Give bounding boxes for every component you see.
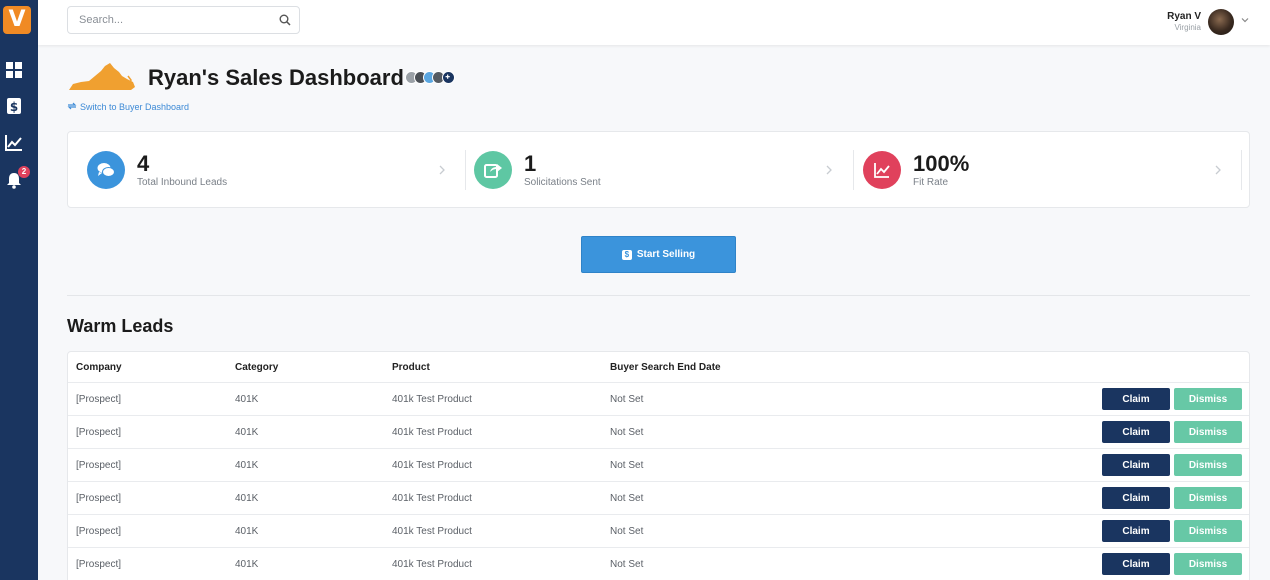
claim-button[interactable]: Claim — [1102, 388, 1170, 410]
add-member-icon[interactable] — [442, 71, 455, 84]
table-row: [Prospect] 401K 401k Test Product Not Se… — [68, 547, 1249, 580]
stat-solicitations[interactable]: 1 Solicitations Sent — [455, 132, 842, 209]
warm-leads-table: Company Category Product Buyer Search En… — [67, 351, 1250, 580]
share-icon — [474, 151, 512, 189]
category-cell: 401K — [235, 526, 259, 537]
category-cell: 401K — [235, 427, 259, 438]
product-cell: 401k Test Product — [392, 493, 472, 504]
chevron-right-icon[interactable] — [825, 164, 833, 176]
claim-button[interactable]: Claim — [1102, 553, 1170, 575]
dashboard-icon[interactable] — [5, 61, 23, 79]
table-row: [Prospect] 401K 401k Test Product Not Se… — [68, 448, 1249, 481]
dollar-icon[interactable]: $ — [5, 97, 23, 115]
svg-text:$: $ — [10, 100, 18, 114]
search-icon[interactable] — [279, 14, 291, 26]
stat-label: Solicitations Sent — [524, 177, 601, 188]
page-title: Ryan's Sales Dashboard — [148, 65, 404, 90]
stat-label: Total Inbound Leads — [137, 177, 228, 188]
stat-inbound-leads[interactable]: 4 Total Inbound Leads — [68, 132, 455, 209]
category-cell: 401K — [235, 460, 259, 471]
end-date-cell: Not Set — [610, 427, 644, 438]
column-header: Product — [392, 362, 430, 373]
column-header: Category — [235, 362, 279, 373]
end-date-cell: Not Set — [610, 493, 644, 504]
notification-badge: 2 — [18, 166, 30, 178]
start-selling-label: Start Selling — [636, 249, 696, 260]
table-row: [Prospect] 401K 401k Test Product Not Se… — [68, 382, 1249, 415]
column-header: Company — [76, 362, 122, 373]
switch-dashboard-label: Switch to Buyer Dashboard — [80, 102, 190, 112]
category-cell: 401K — [235, 559, 259, 570]
start-selling-button[interactable]: $ Start Selling — [581, 236, 736, 273]
company-cell: [Prospect] — [76, 460, 122, 471]
end-date-cell: Not Set — [610, 526, 644, 537]
category-cell: 401K — [235, 394, 259, 405]
chat-icon — [87, 151, 125, 189]
claim-button[interactable]: Claim — [1102, 487, 1170, 509]
table-row: [Prospect] 401K 401k Test Product Not Se… — [68, 415, 1249, 448]
chevron-right-icon[interactable] — [1214, 164, 1222, 176]
stats-card: 4 Total Inbound Leads 1 Solicitations Se… — [67, 131, 1250, 208]
search-box — [67, 6, 300, 34]
dismiss-button[interactable]: Dismiss — [1174, 520, 1242, 542]
end-date-cell: Not Set — [610, 559, 644, 570]
dismiss-button[interactable]: Dismiss — [1174, 553, 1242, 575]
company-cell: [Prospect] — [76, 559, 122, 570]
table-row: [Prospect] 401K 401k Test Product Not Se… — [68, 481, 1249, 514]
product-cell: 401k Test Product — [392, 559, 472, 570]
stat-fit-rate[interactable]: 100% Fit Rate — [844, 132, 1231, 209]
dismiss-button[interactable]: Dismiss — [1174, 421, 1242, 443]
company-cell: [Prospect] — [76, 394, 122, 405]
chevron-down-icon[interactable] — [1240, 15, 1250, 25]
stat-value: 4 — [137, 151, 150, 176]
warm-leads-title: Warm Leads — [67, 316, 174, 336]
end-date-cell: Not Set — [610, 460, 644, 471]
user-name[interactable]: Ryan V — [1167, 11, 1201, 22]
swap-icon — [67, 102, 77, 110]
chart-line-icon — [863, 151, 901, 189]
top-bar: Ryan V Virginia — [38, 0, 1270, 45]
company-cell: [Prospect] — [76, 427, 122, 438]
claim-button[interactable]: Claim — [1102, 454, 1170, 476]
app-logo[interactable]: V — [3, 6, 31, 34]
dismiss-button[interactable]: Dismiss — [1174, 487, 1242, 509]
product-cell: 401k Test Product — [392, 427, 472, 438]
end-date-cell: Not Set — [610, 394, 644, 405]
product-cell: 401k Test Product — [392, 394, 472, 405]
stat-value: 1 — [524, 151, 537, 176]
company-cell: [Prospect] — [76, 526, 122, 537]
claim-button[interactable]: Claim — [1102, 421, 1170, 443]
virginia-map-logo — [69, 63, 135, 90]
divider — [1241, 150, 1242, 190]
dollar-icon: $ — [621, 249, 632, 260]
dismiss-button[interactable]: Dismiss — [1174, 454, 1242, 476]
product-cell: 401k Test Product — [392, 460, 472, 471]
chevron-right-icon[interactable] — [438, 164, 446, 176]
bell-icon[interactable]: 2 — [5, 166, 30, 189]
switch-dashboard-link[interactable]: Switch to Buyer Dashboard — [67, 101, 189, 112]
stat-value: 100% — [913, 151, 970, 176]
avatar[interactable] — [1208, 9, 1234, 35]
column-header: Buyer Search End Date — [610, 362, 721, 373]
search-input[interactable] — [68, 7, 268, 33]
category-cell: 401K — [235, 493, 259, 504]
company-cell: [Prospect] — [76, 493, 122, 504]
table-row: [Prospect] 401K 401k Test Product Not Se… — [68, 514, 1249, 547]
dismiss-button[interactable]: Dismiss — [1174, 388, 1242, 410]
user-location: Virginia — [1174, 23, 1201, 32]
claim-button[interactable]: Claim — [1102, 520, 1170, 542]
sidebar: V $ 2 — [0, 0, 38, 580]
chart-icon[interactable] — [5, 134, 23, 152]
stat-label: Fit Rate — [913, 177, 949, 188]
product-cell: 401k Test Product — [392, 526, 472, 537]
section-divider — [67, 295, 1250, 296]
